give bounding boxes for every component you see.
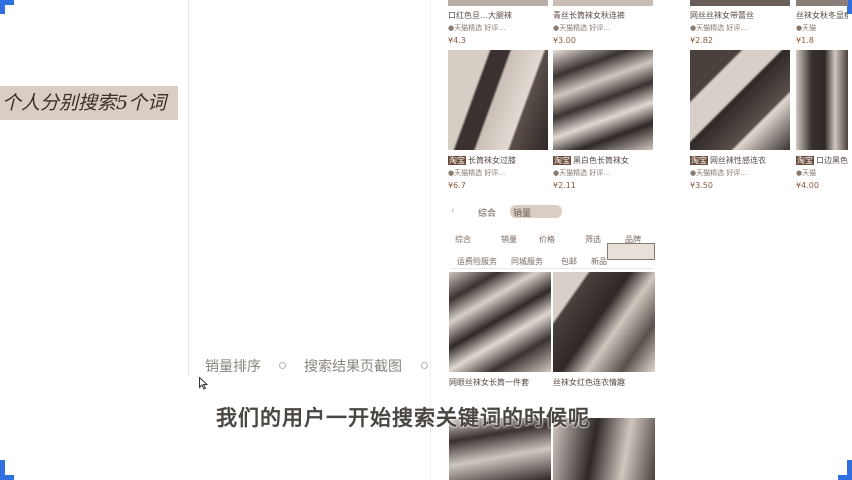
- service-chip[interactable]: 包邮: [561, 256, 577, 267]
- mouse-cursor-icon: [199, 377, 208, 390]
- filter-chip[interactable]: 销量: [501, 234, 517, 245]
- product-shop: ●天猫: [796, 169, 817, 177]
- product-price: ¥2.82: [690, 36, 713, 45]
- sort-button[interactable]: [607, 243, 655, 260]
- product-title: 丝袜女红色连衣情趣: [553, 378, 625, 387]
- product-card[interactable]: 网眼丝袜女长筒一件套: [449, 272, 551, 392]
- caption-bullet-icon: [421, 362, 428, 369]
- product-price: ¥4.3: [448, 36, 466, 45]
- product-image: [553, 0, 653, 6]
- video-subtitle: 我们的用户一开始搜索关键词的时候呢: [216, 406, 590, 430]
- product-title: 黑白色长筒袜女: [573, 156, 629, 165]
- back-arrow-icon[interactable]: ‹: [451, 206, 455, 216]
- product-price: ¥6.7: [448, 181, 466, 190]
- slide-divider: [430, 0, 431, 196]
- product-image: [690, 0, 790, 6]
- product-card[interactable]: 丝袜女秋冬显瘦 ●天猫 ¥1.8: [796, 0, 848, 48]
- product-image: [796, 50, 848, 150]
- product-price: ¥1.8: [796, 36, 814, 45]
- product-shop: ●天猫精选 好评…: [448, 24, 506, 32]
- product-title: 长筒袜女过膝: [468, 156, 516, 165]
- slide-divider: [188, 0, 189, 376]
- product-title: 口红色旦…大腿袜: [448, 11, 512, 20]
- product-card[interactable]: 淘宝 长筒袜女过膝 ●天猫精选 好评… ¥6.7: [448, 50, 548, 193]
- product-card[interactable]: 网丝丝袜女带蕾丝 ●天猫精选 好评… ¥2.82: [690, 0, 790, 48]
- filter-chip[interactable]: 筛选: [585, 234, 601, 245]
- product-tag: 淘宝: [796, 156, 814, 165]
- product-card[interactable]: 淘宝口边黑色连裤袜 ●天猫 ¥4.00: [796, 50, 848, 193]
- product-title: 丝袜女秋冬显瘦: [796, 11, 848, 20]
- product-image: [448, 0, 548, 6]
- product-card[interactable]: 口红色旦…大腿袜 ●天猫精选 好评… ¥4.3: [448, 0, 548, 48]
- product-card[interactable]: 青丝长筒袜女秋连裤 ●天猫精选 好评… ¥3.00: [553, 0, 653, 48]
- product-image: [690, 50, 790, 150]
- product-price: ¥2.11: [553, 181, 576, 190]
- product-image: [553, 50, 653, 150]
- product-image: [448, 50, 548, 150]
- product-image: [553, 272, 655, 372]
- product-shop: ●天猫精选 好评…: [553, 169, 611, 177]
- product-price: ¥4.00: [796, 181, 819, 190]
- product-card[interactable]: 淘宝 网丝袜性感连衣 ●天猫精选 好评… ¥3.50: [690, 50, 790, 193]
- product-price: ¥3.00: [553, 36, 576, 45]
- filter-chip[interactable]: 综合: [455, 234, 471, 245]
- search-results-screenshot: ‹ 综合 销量 综合 销量 价格 筛选 品牌 运费险服务 同城服务 包邮 新品 …: [430, 196, 655, 480]
- product-tag: 淘宝: [448, 156, 466, 165]
- product-price: ¥3.50: [690, 181, 713, 190]
- banner-text: 个人分别搜索5个词: [2, 92, 167, 114]
- filter-chip[interactable]: 价格: [539, 234, 555, 245]
- task-banner: 个人分别搜索5个词: [0, 86, 178, 120]
- product-shop: ●天猫精选 好评…: [553, 24, 611, 32]
- product-title: 青丝长筒袜女秋连裤: [553, 11, 625, 20]
- service-chip[interactable]: 新品: [591, 256, 607, 267]
- product-title: 网丝丝袜女带蕾丝: [690, 11, 754, 20]
- product-card[interactable]: 淘宝 黑白色长筒袜女 ●天猫精选 好评… ¥2.11: [553, 50, 653, 193]
- service-chip[interactable]: 运费险服务: [457, 256, 497, 267]
- product-tag: 淘宝: [553, 156, 571, 165]
- tab-sales[interactable]: 销量: [510, 205, 562, 219]
- product-shop: ●天猫精选 好评…: [690, 24, 748, 32]
- product-title: 口边黑色连裤袜: [816, 156, 848, 165]
- product-image: [449, 272, 551, 372]
- product-title: 网眼丝袜女长筒一件套: [449, 378, 529, 387]
- product-shop: ●天猫精选 好评…: [690, 169, 748, 177]
- frame-corner-top-left: [0, 0, 14, 5]
- product-tag: 淘宝: [690, 156, 708, 165]
- caption-sales-sort: 销量排序: [205, 359, 261, 375]
- product-shop: ●天猫: [796, 24, 817, 32]
- product-shop: ●天猫精选 好评…: [448, 169, 506, 177]
- frame-corner-bottom-right: [838, 475, 852, 480]
- service-chip[interactable]: 同城服务: [511, 256, 543, 267]
- product-image: [796, 0, 848, 6]
- frame-corner-bottom-left: [0, 475, 14, 480]
- caption-search-screenshot: 搜索结果页截图: [304, 359, 402, 375]
- product-title: 网丝袜性感连衣: [710, 156, 766, 165]
- tab-comprehensive[interactable]: 综合: [475, 205, 499, 220]
- product-card[interactable]: 丝袜女红色连衣情趣: [553, 272, 655, 392]
- caption-bullet-icon: [279, 362, 286, 369]
